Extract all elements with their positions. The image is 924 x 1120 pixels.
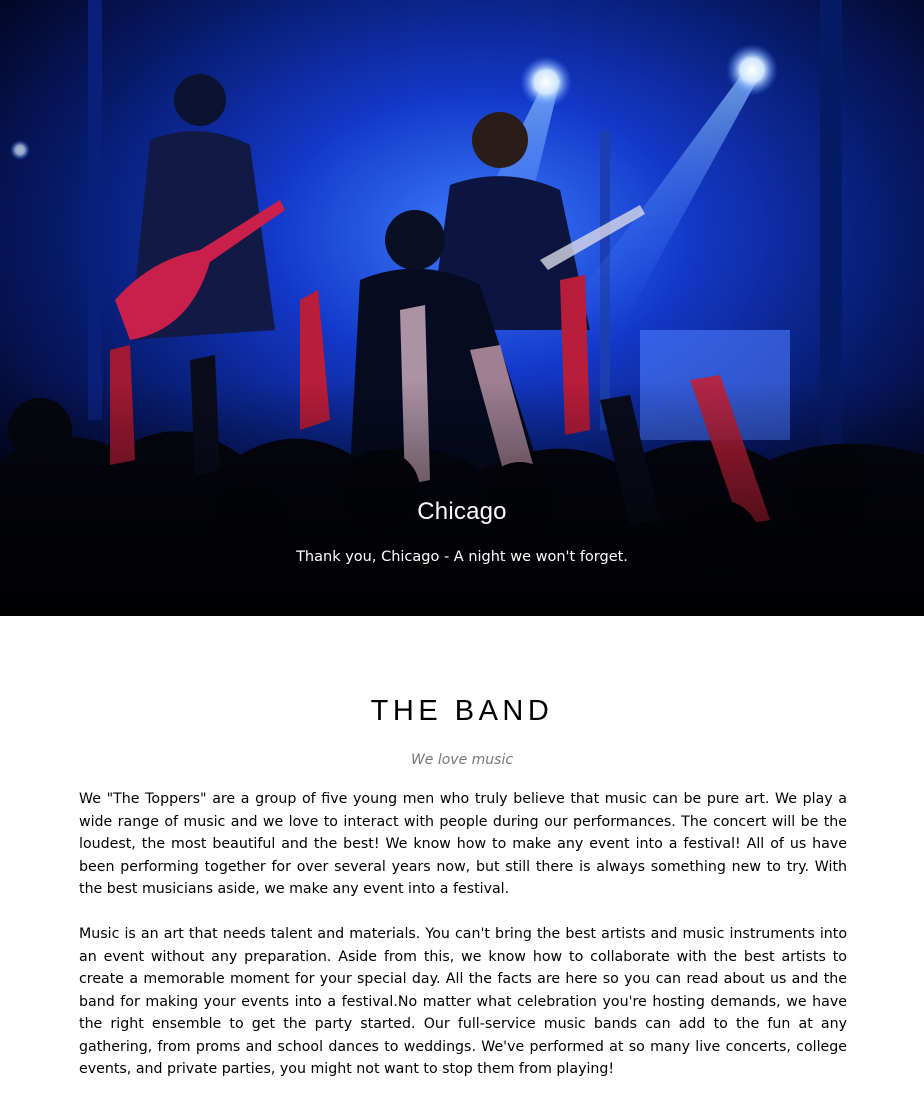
hero-caption-title: Chicago <box>417 498 507 525</box>
band-paragraph: We "The Toppers" are a group of five you… <box>79 791 847 897</box>
hero-caption-text: Thank you, Chicago - A night we won't fo… <box>296 549 628 565</box>
band-paragraph: Music is an art that needs talent and ma… <box>79 926 847 1077</box>
band-subtitle: We love music <box>410 752 514 768</box>
band-title: THE BAND <box>370 695 554 727</box>
hero-slideshow: Chicago Thank you, Chicago - A night we … <box>0 0 924 616</box>
